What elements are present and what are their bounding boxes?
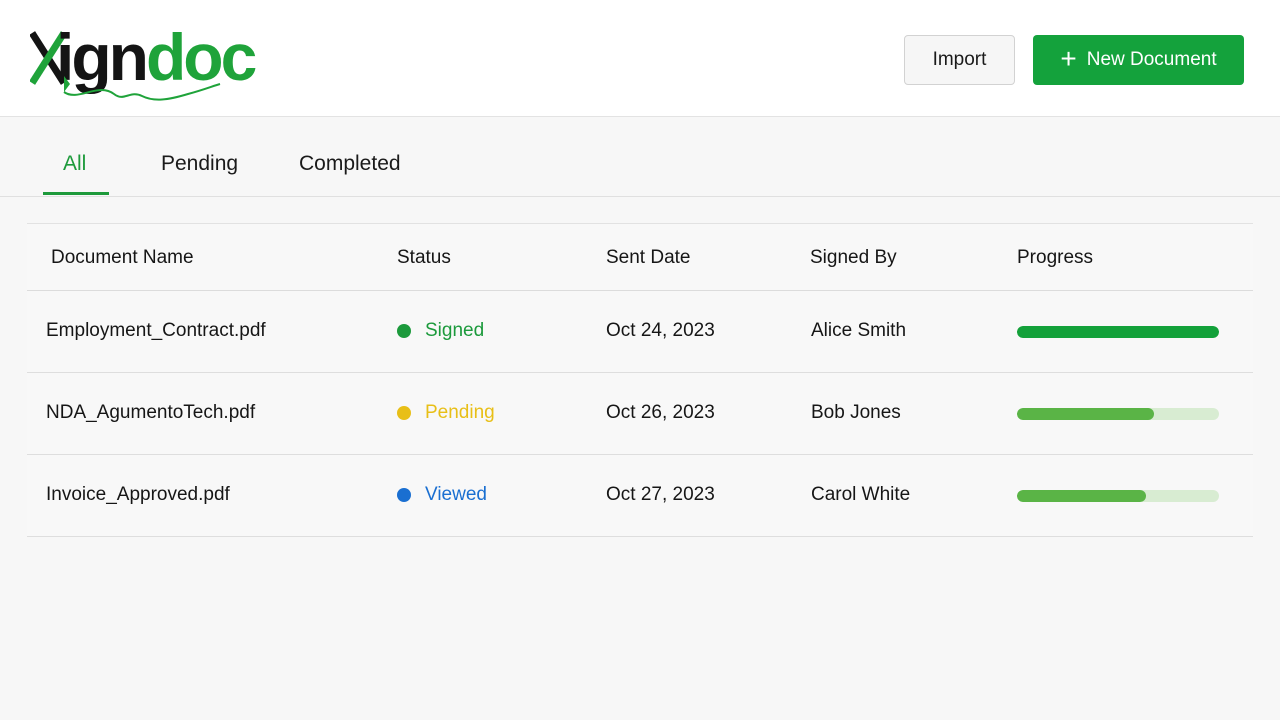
progress-bar <box>1017 408 1219 420</box>
signed-by: Carol White <box>811 484 911 505</box>
xigndoc-logo[interactable]: igndoc <box>30 14 270 106</box>
status-label: Signed <box>425 320 485 341</box>
tab-completed[interactable]: Completed <box>299 152 401 176</box>
sent-date: Oct 24, 2023 <box>606 320 715 341</box>
signed-by: Alice Smith <box>811 320 907 341</box>
progress-bar-fill <box>1017 408 1155 420</box>
document-name[interactable]: Invoice_Approved.pdf <box>46 484 230 506</box>
status-label: Pending <box>425 402 495 423</box>
column-header-document-name[interactable]: Document Name <box>51 247 194 269</box>
table-row[interactable]: Employment_Contract.pdf Signed Oct 24, 2… <box>27 291 1253 373</box>
progress-bar-fill <box>1017 326 1219 338</box>
document-tabs: All Pending Completed <box>0 118 1280 197</box>
documents-table: Document Name Status Sent Date Signed By… <box>27 223 1253 537</box>
status-dot-icon <box>397 324 411 338</box>
pen-signature-icon <box>63 76 221 101</box>
status-label: Viewed <box>425 484 487 505</box>
table-row[interactable]: NDA_AgumentoTech.pdf Pending Oct 26, 202… <box>27 373 1253 455</box>
table-row[interactable]: Invoice_Approved.pdf Viewed Oct 27, 2023… <box>27 455 1253 537</box>
import-button-label: Import <box>932 49 987 70</box>
app-header: igndoc Import + New Document <box>0 0 1280 117</box>
column-header-status[interactable]: Status <box>397 247 451 269</box>
status-dot-icon <box>397 406 411 420</box>
document-name[interactable]: Employment_Contract.pdf <box>46 320 266 342</box>
plus-icon: + <box>1060 42 1077 74</box>
new-document-button[interactable]: + New Document <box>1033 35 1244 85</box>
signed-by: Bob Jones <box>811 402 901 423</box>
status-badge: Pending <box>397 402 495 424</box>
status-dot-icon <box>397 488 411 502</box>
tab-pending[interactable]: Pending <box>161 152 238 176</box>
table-header: Document Name Status Sent Date Signed By… <box>27 224 1253 291</box>
sent-date: Oct 27, 2023 <box>606 484 715 505</box>
document-name[interactable]: NDA_AgumentoTech.pdf <box>46 402 255 424</box>
progress-bar <box>1017 490 1219 502</box>
column-header-signed-by[interactable]: Signed By <box>810 247 897 269</box>
column-header-progress[interactable]: Progress <box>1017 247 1093 269</box>
import-button[interactable]: Import <box>904 35 1015 85</box>
sent-date: Oct 26, 2023 <box>606 402 715 423</box>
progress-bar-fill <box>1017 490 1147 502</box>
progress-bar <box>1017 326 1219 338</box>
new-document-button-label: New Document <box>1086 49 1217 70</box>
tab-all[interactable]: All <box>63 152 86 176</box>
status-badge: Viewed <box>397 484 487 506</box>
active-tab-indicator <box>43 192 109 195</box>
status-badge: Signed <box>397 320 484 342</box>
column-header-sent-date[interactable]: Sent Date <box>606 247 691 269</box>
